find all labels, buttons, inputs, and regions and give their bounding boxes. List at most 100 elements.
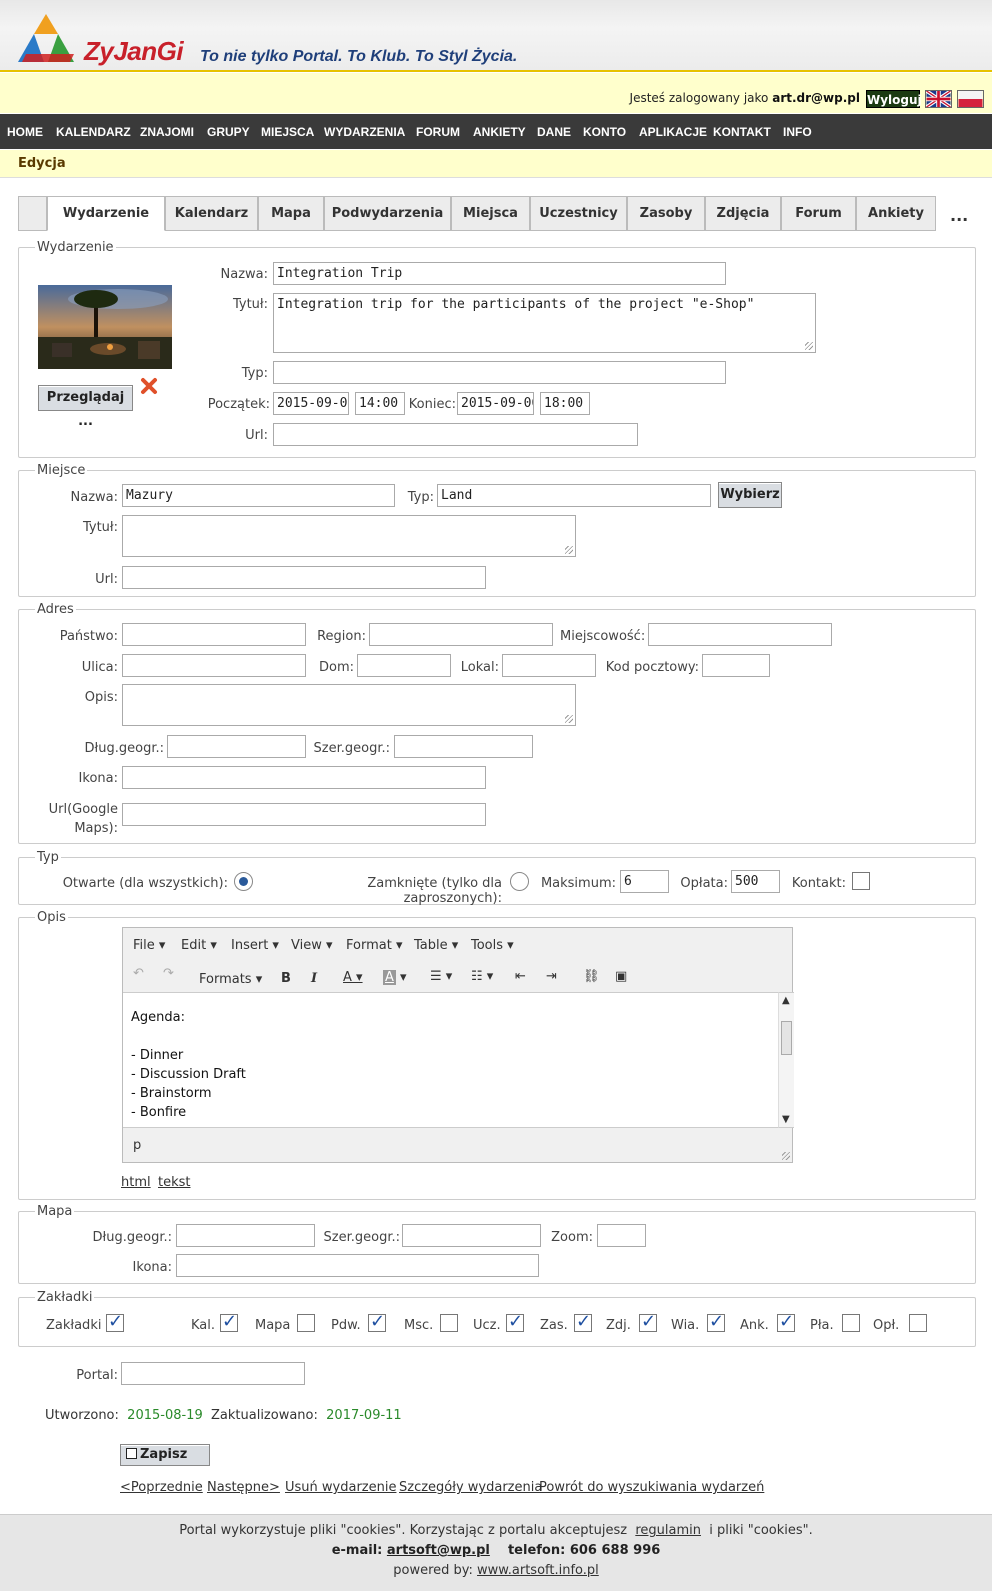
closed-radio[interactable] xyxy=(510,872,529,891)
bold-icon[interactable]: B xyxy=(281,971,291,986)
bookmark-checkbox[interactable] xyxy=(297,1314,315,1332)
tab-mapa[interactable]: Mapa xyxy=(258,196,324,231)
nav-grupy[interactable]: GRUPY xyxy=(207,125,250,139)
tab-zasoby[interactable]: Zasoby xyxy=(627,196,705,231)
map-lat-input[interactable] xyxy=(402,1224,541,1247)
map-lon-input[interactable] xyxy=(176,1224,315,1247)
delete-event-link[interactable]: Usuń wydarzenie xyxy=(285,1480,396,1495)
city-input[interactable] xyxy=(648,623,832,646)
event-details-link[interactable]: Szczegóły wydarzenia xyxy=(399,1480,542,1495)
fee-input[interactable]: 500 xyxy=(731,870,780,893)
max-input[interactable]: 6 xyxy=(620,870,669,893)
bookmark-checkbox[interactable] xyxy=(368,1311,386,1332)
resize-grip-icon[interactable] xyxy=(565,546,573,554)
nav-znajomi[interactable]: ZNAJOMI xyxy=(140,125,194,139)
event-url-input[interactable] xyxy=(273,423,638,446)
event-start-date-input[interactable]: 2015-09-05 xyxy=(273,392,349,415)
regulations-link[interactable]: regulamin xyxy=(635,1523,701,1538)
event-type-input[interactable] xyxy=(273,361,726,384)
nav-miejsca[interactable]: MIEJSCA xyxy=(261,125,314,139)
brand-name[interactable]: ZyJanGi xyxy=(84,36,184,67)
tab-kalendarz[interactable]: Kalendarz xyxy=(165,196,258,231)
bookmark-checkbox[interactable] xyxy=(842,1314,860,1332)
scroll-down-icon[interactable]: ▼ xyxy=(782,1114,790,1125)
bookmark-checkbox[interactable] xyxy=(506,1311,524,1332)
address-lat-input[interactable] xyxy=(394,735,533,758)
tab-wydarzenie[interactable]: Wydarzenie xyxy=(47,196,165,231)
indent-icon[interactable]: ⇥ xyxy=(546,969,557,984)
tab-uczestnicy[interactable]: Uczestnicy xyxy=(530,196,627,231)
region-input[interactable] xyxy=(369,623,553,646)
event-end-date-input[interactable]: 2015-09-06 xyxy=(457,392,534,415)
menu-tools[interactable]: Tools ▾ xyxy=(471,938,514,953)
bookmark-checkbox[interactable] xyxy=(440,1314,458,1332)
browse-image-button[interactable]: Przeglądaj ... xyxy=(38,385,133,429)
save-button[interactable]: Zapisz xyxy=(120,1444,210,1466)
scroll-thumb[interactable] xyxy=(781,1021,792,1055)
italic-icon[interactable]: I xyxy=(311,971,317,986)
place-title-textarea[interactable] xyxy=(122,515,576,557)
nav-konto[interactable]: KONTO xyxy=(583,125,626,139)
event-start-time-input[interactable]: 14:00 xyxy=(355,392,405,415)
email-link[interactable]: artsoft@wp.pl xyxy=(387,1543,490,1558)
bookmark-checkbox[interactable] xyxy=(707,1311,725,1332)
prev-link[interactable]: <Poprzednie xyxy=(120,1480,203,1495)
nav-aplikacje[interactable]: APLIKACJE xyxy=(639,125,707,139)
place-name-input[interactable]: Mazury xyxy=(122,484,395,507)
logout-button[interactable]: Wyloguj xyxy=(866,90,922,108)
bookmark-checkbox[interactable] xyxy=(574,1311,592,1332)
tab-zdjecia[interactable]: Zdjęcia xyxy=(705,196,781,231)
address-desc-textarea[interactable] xyxy=(122,684,576,726)
scroll-up-icon[interactable]: ▲ xyxy=(782,995,790,1006)
contact-checkbox[interactable] xyxy=(852,872,870,890)
redo-icon[interactable]: ↷ xyxy=(163,966,174,981)
tab-ankiety[interactable]: Ankiety xyxy=(856,196,936,231)
event-name-input[interactable]: Integration Trip xyxy=(273,262,726,285)
event-end-time-input[interactable]: 18:00 xyxy=(540,392,590,415)
nav-home[interactable]: HOME xyxy=(7,125,43,139)
bookmark-checkbox[interactable] xyxy=(639,1311,657,1332)
tab-forum[interactable]: Forum xyxy=(781,196,856,231)
link-icon[interactable]: ⛓ xyxy=(583,969,600,984)
nav-ankiety[interactable]: ANKIETY xyxy=(473,125,526,139)
next-link[interactable]: Następne> xyxy=(207,1480,280,1495)
menu-format[interactable]: Format ▾ xyxy=(346,938,402,953)
map-icon-input[interactable] xyxy=(176,1254,539,1277)
resize-grip-icon[interactable] xyxy=(805,342,813,350)
portal-input[interactable] xyxy=(121,1362,305,1385)
undo-icon[interactable]: ↶ xyxy=(133,966,144,981)
nav-info[interactable]: INFO xyxy=(783,125,812,139)
text-color-icon[interactable]: A ▾ xyxy=(343,970,363,985)
outdent-icon[interactable]: ⇤ xyxy=(515,969,526,984)
editor-scrollbar[interactable]: ▲ ▼ xyxy=(778,992,794,1128)
resize-grip-icon[interactable] xyxy=(782,1152,790,1160)
back-to-search-link[interactable]: Powrót do wyszukiwania wydarzeń xyxy=(539,1480,764,1495)
flat-input[interactable] xyxy=(502,654,596,677)
menu-edit[interactable]: Edit ▾ xyxy=(181,938,217,953)
map-zoom-input[interactable] xyxy=(597,1224,646,1247)
bookmark-checkbox[interactable] xyxy=(777,1311,795,1332)
bullet-list-icon[interactable]: ☰ ▾ xyxy=(430,969,452,984)
numbered-list-icon[interactable]: ☷ ▾ xyxy=(471,969,493,984)
tabs-more-button[interactable]: ... xyxy=(950,206,968,225)
postal-input[interactable] xyxy=(702,654,770,677)
menu-view[interactable]: View ▾ xyxy=(291,938,333,953)
nav-dane[interactable]: DANE xyxy=(537,125,571,139)
open-radio[interactable] xyxy=(234,872,253,891)
place-type-input[interactable]: Land xyxy=(437,484,711,507)
html-mode-link[interactable]: html xyxy=(121,1175,151,1190)
resize-grip-icon[interactable] xyxy=(565,715,573,723)
flag-pl-icon[interactable] xyxy=(957,90,984,108)
editor-statusbar-path[interactable]: p xyxy=(133,1138,141,1153)
flag-uk-icon[interactable] xyxy=(925,90,952,108)
choose-place-button[interactable]: Wybierz xyxy=(718,482,782,508)
menu-insert[interactable]: Insert ▾ xyxy=(231,938,279,953)
tab-podwydarzenia[interactable]: Podwydarzenia xyxy=(324,196,451,231)
event-title-textarea[interactable]: Integration trip for the participants of… xyxy=(273,293,816,353)
menu-file[interactable]: File ▾ xyxy=(133,938,165,953)
formats-dropdown[interactable]: Formats ▾ xyxy=(199,972,262,987)
delete-image-icon[interactable] xyxy=(140,377,158,395)
street-input[interactable] xyxy=(122,654,306,677)
bg-color-icon[interactable]: A ▾ xyxy=(383,970,407,985)
tab-miejsca[interactable]: Miejsca xyxy=(451,196,530,231)
